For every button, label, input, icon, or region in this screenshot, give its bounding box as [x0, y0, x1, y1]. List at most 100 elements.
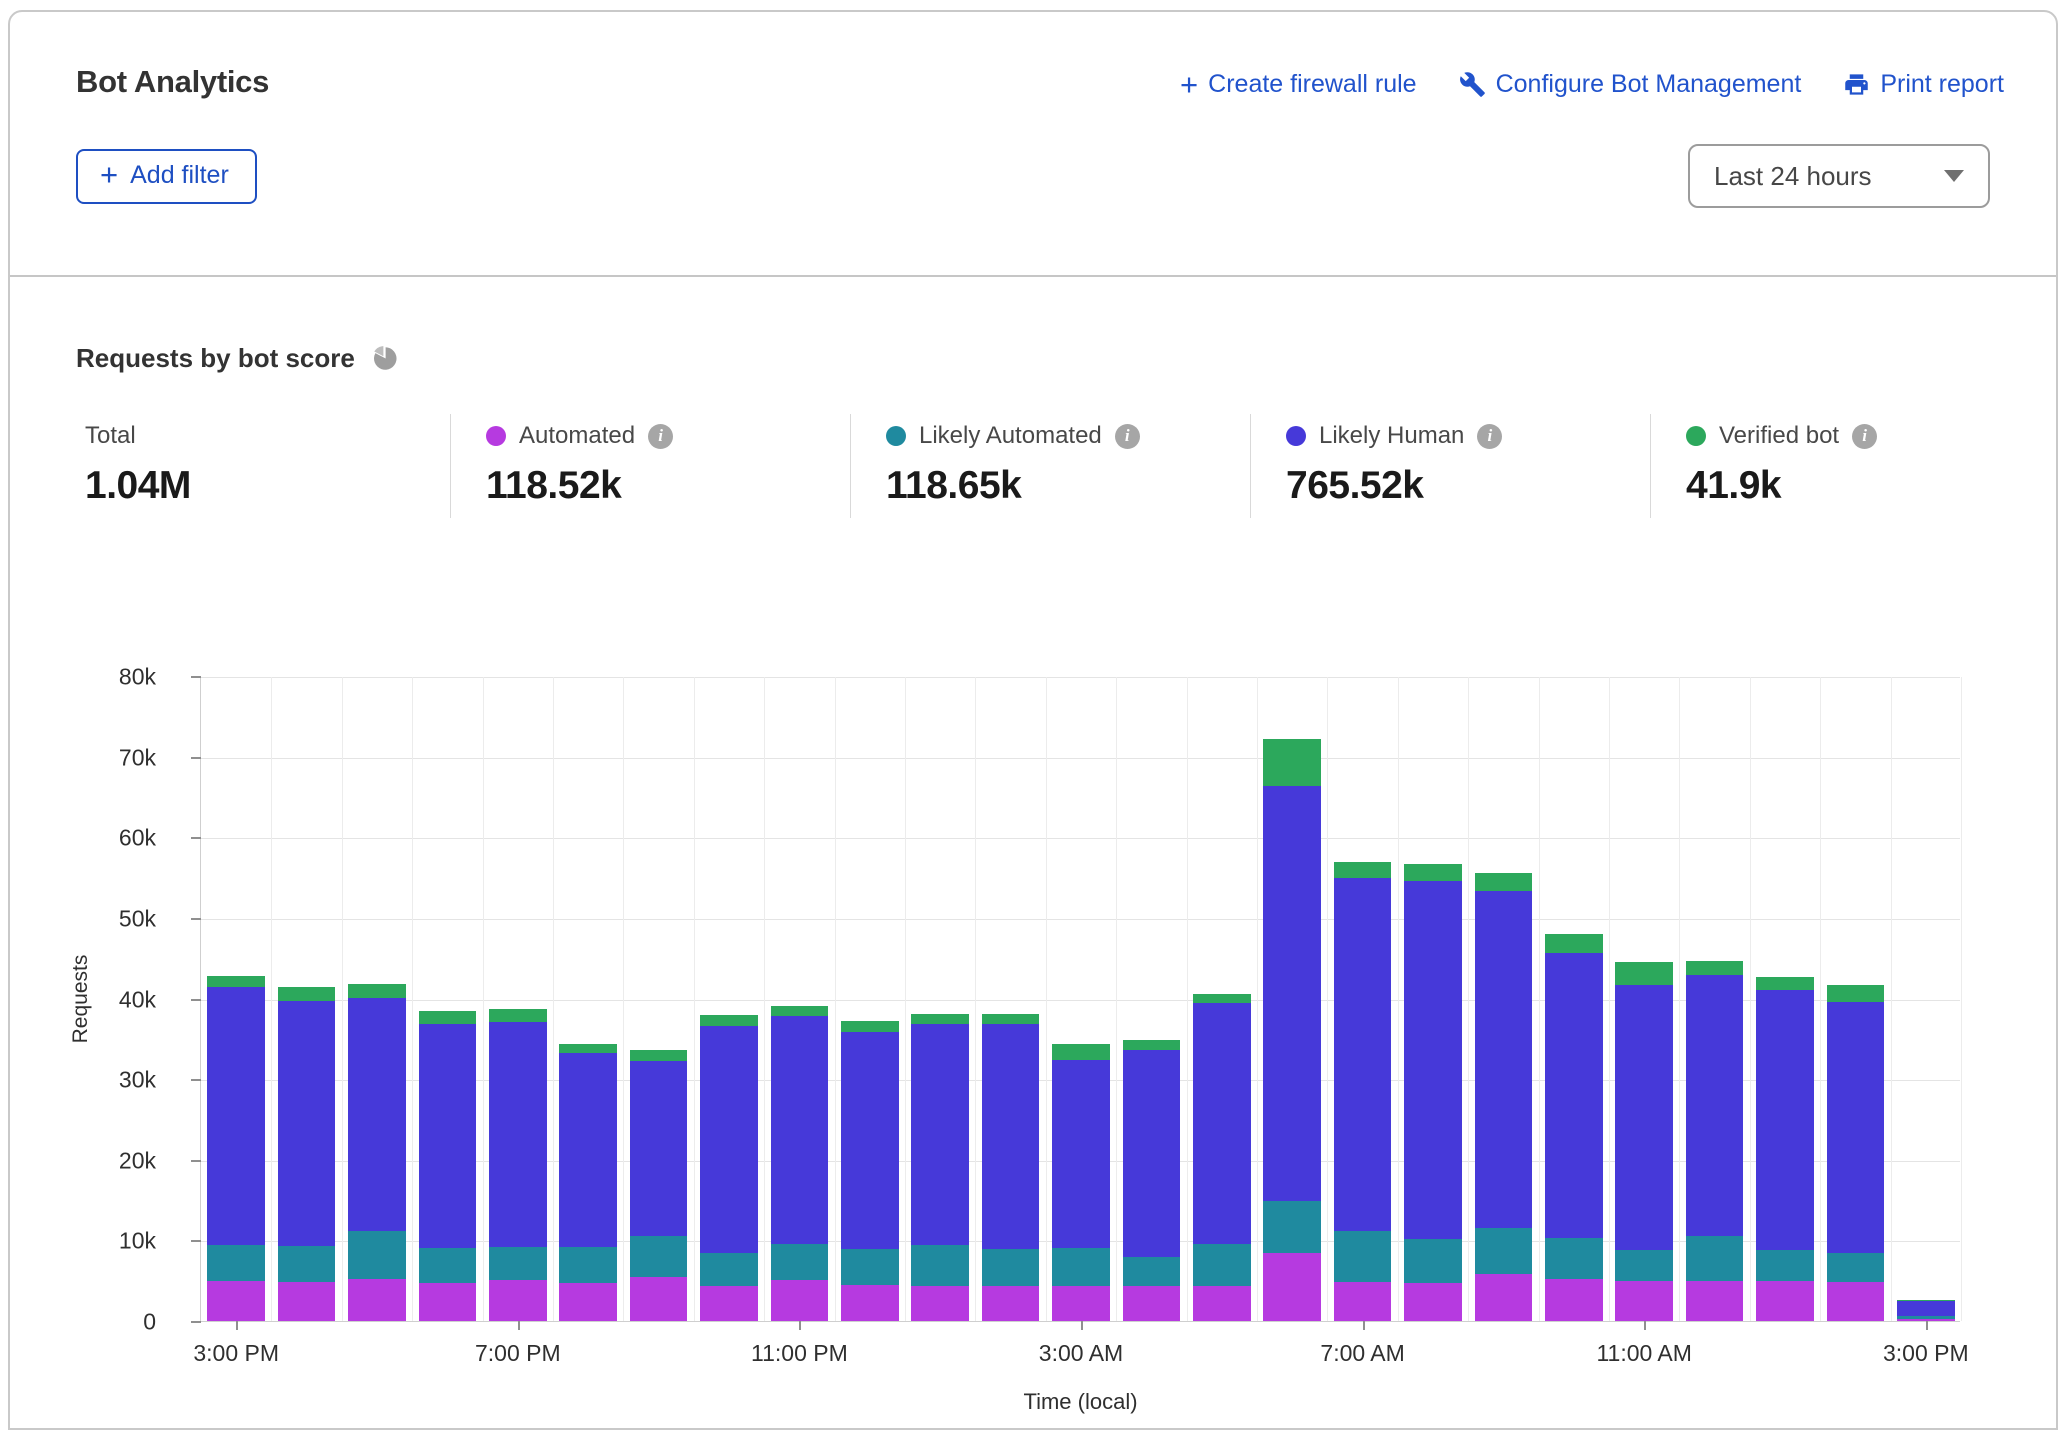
- bar-segment-verified-bot[interactable]: [911, 1014, 969, 1024]
- bar-segment-likely-automated[interactable]: [1263, 1201, 1321, 1253]
- bar-segment-automated[interactable]: [419, 1283, 477, 1321]
- bar-segment-likely-automated[interactable]: [1756, 1250, 1814, 1281]
- bar-segment-likely-human[interactable]: [419, 1024, 477, 1249]
- bar-segment-likely-automated[interactable]: [278, 1246, 336, 1281]
- bar-segment-likely-human[interactable]: [771, 1016, 829, 1243]
- bar-segment-automated[interactable]: [207, 1281, 265, 1321]
- bar-segment-likely-automated[interactable]: [1827, 1253, 1885, 1282]
- bar-segment-likely-human[interactable]: [630, 1061, 688, 1236]
- bar-segment-automated[interactable]: [348, 1279, 406, 1321]
- bar-5-00-pm[interactable]: [348, 984, 406, 1321]
- bar-segment-verified-bot[interactable]: [207, 976, 265, 987]
- bar-segment-likely-human[interactable]: [1475, 891, 1533, 1227]
- bar-segment-likely-human[interactable]: [1686, 975, 1744, 1235]
- bar-segment-automated[interactable]: [1475, 1274, 1533, 1321]
- bar-5-00-am[interactable]: [1193, 994, 1251, 1321]
- bar-segment-likely-automated[interactable]: [771, 1244, 829, 1280]
- bar-segment-likely-automated[interactable]: [1052, 1248, 1110, 1286]
- bar-segment-automated[interactable]: [1193, 1286, 1251, 1321]
- bar-segment-automated[interactable]: [559, 1283, 617, 1321]
- bar-segment-likely-automated[interactable]: [1123, 1257, 1181, 1286]
- bar-segment-automated[interactable]: [1686, 1281, 1744, 1321]
- bar-segment-verified-bot[interactable]: [841, 1021, 899, 1031]
- bar-segment-verified-bot[interactable]: [1756, 977, 1814, 991]
- bar-segment-verified-bot[interactable]: [1827, 985, 1885, 1002]
- bar-segment-automated[interactable]: [1404, 1283, 1462, 1321]
- bar-segment-likely-automated[interactable]: [1686, 1236, 1744, 1281]
- bar-segment-automated[interactable]: [1756, 1281, 1814, 1321]
- bar-segment-likely-human[interactable]: [982, 1024, 1040, 1249]
- bar-2-00-am[interactable]: [982, 1014, 1040, 1321]
- bar-1-00-pm[interactable]: [1756, 977, 1814, 1321]
- bar-11-00-pm[interactable]: [771, 1006, 829, 1321]
- bar-segment-likely-human[interactable]: [1263, 786, 1321, 1201]
- bar-segment-automated[interactable]: [771, 1280, 829, 1321]
- bar-segment-likely-human[interactable]: [1545, 953, 1603, 1238]
- bar-segment-likely-human[interactable]: [841, 1032, 899, 1250]
- bar-segment-verified-bot[interactable]: [630, 1050, 688, 1060]
- bar-segment-likely-human[interactable]: [700, 1026, 758, 1253]
- bar-segment-verified-bot[interactable]: [489, 1009, 547, 1022]
- bar-segment-verified-bot[interactable]: [1123, 1040, 1181, 1050]
- bar-segment-verified-bot[interactable]: [771, 1006, 829, 1016]
- bar-segment-likely-human[interactable]: [278, 1001, 336, 1246]
- bar-segment-automated[interactable]: [489, 1280, 547, 1321]
- bar-segment-likely-automated[interactable]: [489, 1247, 547, 1280]
- bar-segment-likely-human[interactable]: [1193, 1003, 1251, 1244]
- bar-segment-automated[interactable]: [1052, 1286, 1110, 1321]
- bar-8-00-am[interactable]: [1404, 864, 1462, 1321]
- bar-segment-verified-bot[interactable]: [1263, 739, 1321, 786]
- configure-bot-management-link[interactable]: Configure Bot Management: [1459, 70, 1802, 99]
- bar-segment-verified-bot[interactable]: [1334, 862, 1392, 878]
- info-icon[interactable]: i: [1115, 424, 1140, 449]
- bar-segment-verified-bot[interactable]: [559, 1044, 617, 1053]
- bar-segment-verified-bot[interactable]: [1615, 962, 1673, 985]
- bar-12-00-am[interactable]: [841, 1021, 899, 1321]
- time-range-dropdown[interactable]: Last 24 hours: [1688, 144, 1990, 208]
- bar-11-00-am[interactable]: [1615, 962, 1673, 1321]
- bar-segment-likely-human[interactable]: [1123, 1050, 1181, 1256]
- bar-segment-verified-bot[interactable]: [700, 1015, 758, 1026]
- bar-segment-likely-automated[interactable]: [207, 1245, 265, 1280]
- bar-2-00-pm[interactable]: [1827, 985, 1885, 1321]
- bar-segment-verified-bot[interactable]: [1052, 1044, 1110, 1059]
- bar-segment-likely-automated[interactable]: [348, 1231, 406, 1279]
- bar-segment-likely-human[interactable]: [1827, 1002, 1885, 1254]
- bar-segment-verified-bot[interactable]: [1545, 934, 1603, 953]
- bar-1-00-am[interactable]: [911, 1014, 969, 1321]
- bar-segment-automated[interactable]: [630, 1277, 688, 1321]
- bar-segment-verified-bot[interactable]: [1404, 864, 1462, 881]
- bar-6-00-am[interactable]: [1263, 739, 1321, 1321]
- bar-segment-likely-automated[interactable]: [911, 1245, 969, 1286]
- bar-segment-likely-automated[interactable]: [630, 1236, 688, 1277]
- bar-segment-verified-bot[interactable]: [348, 984, 406, 998]
- bar-segment-likely-automated[interactable]: [419, 1248, 477, 1283]
- bar-12-00-pm[interactable]: [1686, 961, 1744, 1321]
- bar-segment-likely-automated[interactable]: [700, 1253, 758, 1285]
- bar-9-00-pm[interactable]: [630, 1050, 688, 1321]
- bar-3-00-pm[interactable]: [1897, 1300, 1955, 1321]
- bar-segment-automated[interactable]: [1263, 1253, 1321, 1321]
- bar-9-00-am[interactable]: [1475, 873, 1533, 1321]
- bar-8-00-pm[interactable]: [559, 1044, 617, 1321]
- create-firewall-rule-link[interactable]: + Create firewall rule: [1180, 70, 1417, 99]
- bar-segment-verified-bot[interactable]: [278, 987, 336, 1001]
- bar-segment-automated[interactable]: [1334, 1282, 1392, 1321]
- bar-segment-likely-human[interactable]: [1334, 878, 1392, 1230]
- bar-segment-likely-automated[interactable]: [982, 1249, 1040, 1285]
- bar-segment-verified-bot[interactable]: [982, 1014, 1040, 1024]
- bar-segment-verified-bot[interactable]: [419, 1011, 477, 1023]
- bar-segment-likely-automated[interactable]: [1404, 1239, 1462, 1283]
- bar-10-00-am[interactable]: [1545, 934, 1603, 1321]
- info-icon[interactable]: i: [648, 424, 673, 449]
- bar-10-00-pm[interactable]: [700, 1015, 758, 1321]
- bar-segment-automated[interactable]: [700, 1286, 758, 1321]
- bar-segment-automated[interactable]: [1615, 1281, 1673, 1321]
- info-icon[interactable]: i: [1477, 424, 1502, 449]
- bar-segment-automated[interactable]: [1827, 1282, 1885, 1321]
- bar-segment-likely-human[interactable]: [1615, 985, 1673, 1250]
- bar-segment-likely-human[interactable]: [348, 998, 406, 1231]
- bar-segment-automated[interactable]: [1545, 1279, 1603, 1321]
- bar-3-00-pm[interactable]: [207, 976, 265, 1321]
- bar-segment-likely-automated[interactable]: [1193, 1244, 1251, 1285]
